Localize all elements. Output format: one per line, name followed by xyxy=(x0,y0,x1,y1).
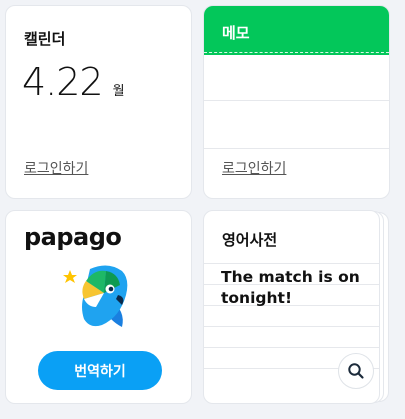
calendar-date: 4.22 월 xyxy=(22,60,125,104)
dictionary-line xyxy=(204,263,379,264)
calendar-title: 캘린더 xyxy=(24,30,66,48)
memo-header: 메모 xyxy=(204,6,389,55)
memo-login-link[interactable]: 로그인하기 xyxy=(222,158,286,178)
dictionary-search-button[interactable] xyxy=(338,353,374,389)
calendar-date-number: 4.22 xyxy=(22,60,104,104)
dictionary-line xyxy=(204,326,379,327)
dictionary-title: 영어사전 xyxy=(222,231,278,249)
calendar-widget: 캘린더 4.22 월 로그인하기 xyxy=(5,5,192,199)
calendar-login-link[interactable]: 로그인하기 xyxy=(24,158,88,178)
translate-button[interactable]: 번역하기 xyxy=(38,351,162,390)
memo-header-divider xyxy=(204,52,389,53)
papago-widget: papago 번역하기 xyxy=(5,210,192,404)
memo-line xyxy=(204,100,389,101)
memo-title: 메모 xyxy=(222,24,250,42)
memo-widget: 메모 로그인하기 xyxy=(203,5,390,199)
dictionary-line xyxy=(204,347,379,348)
memo-line xyxy=(204,148,389,149)
dictionary-widget: 영어사전 The match is on tonight! xyxy=(203,210,380,404)
parrot-icon xyxy=(63,265,128,327)
calendar-day-label: 월 xyxy=(112,84,125,99)
search-icon xyxy=(348,363,364,379)
papago-logo: papago xyxy=(24,223,122,251)
dictionary-word: The match is on tonight! xyxy=(221,268,360,307)
